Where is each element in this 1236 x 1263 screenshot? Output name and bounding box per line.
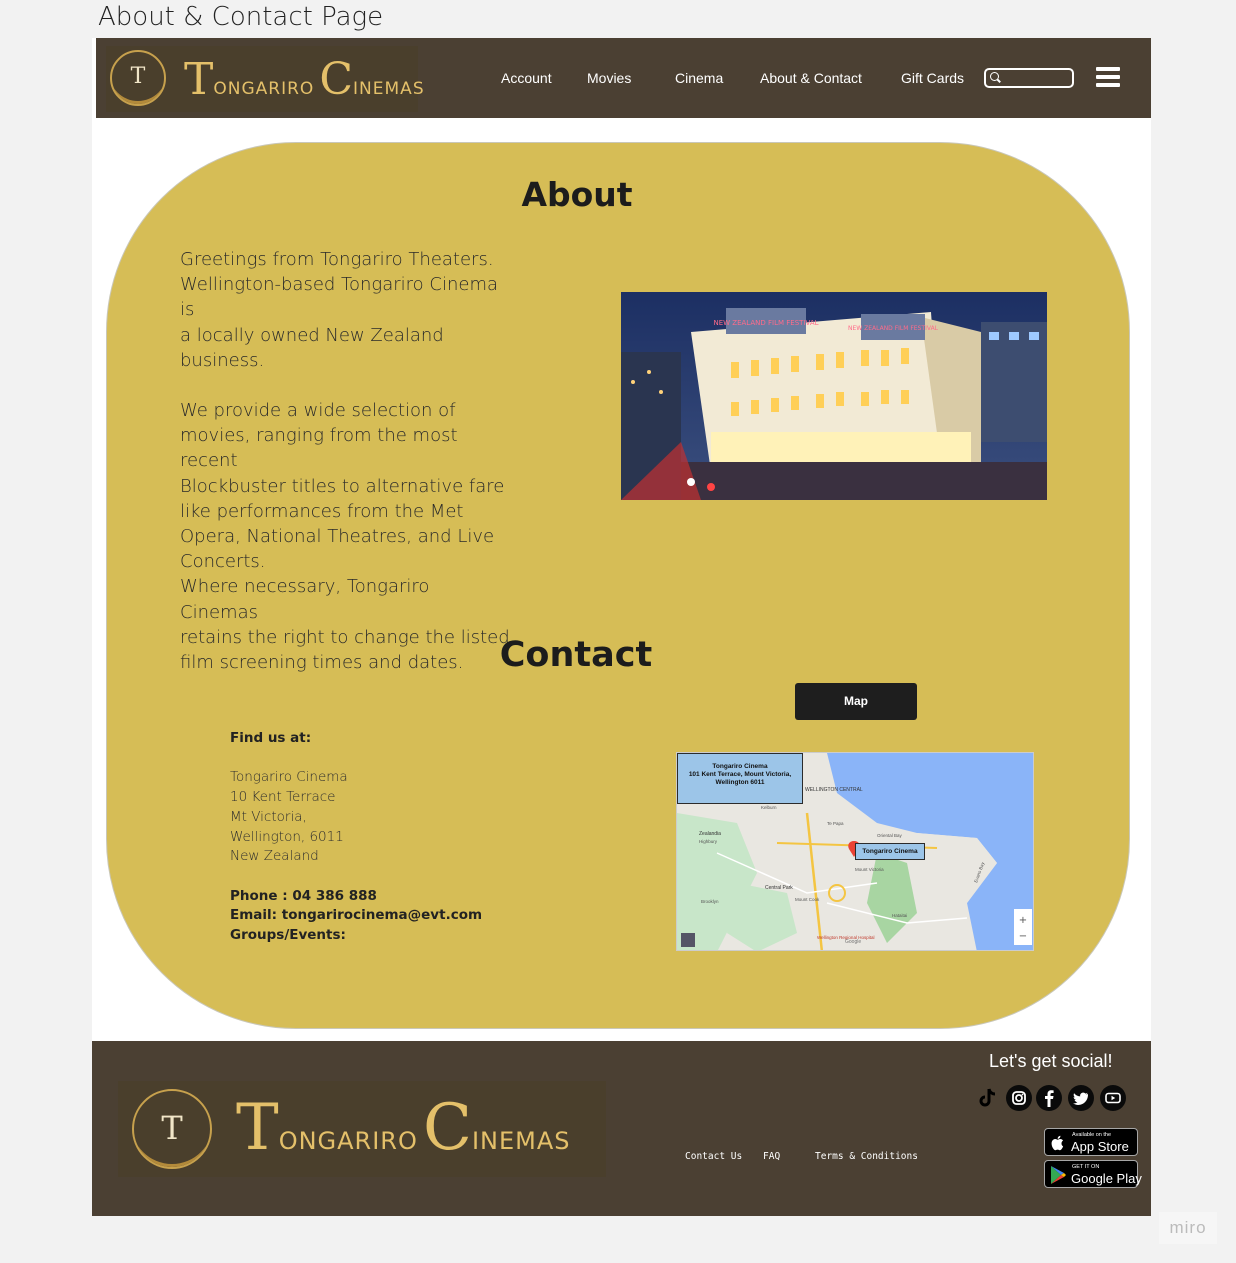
map-button[interactable]: Map (795, 683, 917, 720)
about-line: Where necessary, Tongariro Cinemas (180, 576, 430, 623)
map-place: Brooklyn (701, 899, 719, 904)
footer-link-terms[interactable]: Terms & Conditions (815, 1151, 918, 1162)
apple-icon (1051, 1135, 1064, 1151)
about-line: Opera, National Theatres, and Live (180, 526, 495, 548)
google-play-small: GET IT ON (1072, 1164, 1100, 1170)
address-line: Tongariro Cinema (230, 769, 348, 786)
nav-cinema[interactable]: Cinema (675, 70, 723, 86)
logo-word-1: ONGARIRO (213, 79, 315, 99)
map-pin-label: Tongariro Cinema (855, 843, 925, 860)
map-label-line: Tongariro Cinema (712, 763, 768, 770)
email-text: Email: tongarirocinema@evt.com (230, 907, 483, 924)
map-place: Highbury (699, 839, 718, 844)
location-map[interactable]: + − WELLINGTON CENTRAL Zealandia Central… (676, 752, 1034, 951)
map-label-line: 101 Kent Terrace, Mount Victoria, (688, 771, 792, 778)
site-header: T TONGARIRO CINEMAS Account Movies Cinem… (96, 38, 1151, 118)
svg-text:−: − (1019, 931, 1027, 942)
map-place: WELLINGTON CENTRAL (805, 787, 863, 793)
about-line: business. (180, 349, 265, 371)
photo-sign-1: NEW ZEALAND FILM FESTIVAL (713, 319, 818, 327)
header-logo[interactable]: T TONGARIRO CINEMAS (106, 46, 424, 112)
social-title: Let's get social! (989, 1051, 1113, 1071)
logo-initial-2: C (319, 54, 354, 105)
search-input[interactable] (1002, 70, 1070, 86)
logo-initial-1: T (184, 54, 214, 105)
phone-text: Phone : 04 386 888 (230, 887, 377, 904)
contact-info: Find us at: Tongariro Cinema 10 Kent Ter… (230, 729, 590, 946)
address-line: Wellington, 6011 (230, 828, 344, 845)
site-footer: T TONGARIRO CINEMAS Contact Us FAQ Terms… (92, 1041, 1151, 1216)
tiktok-icon[interactable] (975, 1085, 1001, 1111)
map-place: Kelburn (761, 805, 777, 810)
footer-logo[interactable]: T TONGARIRO CINEMAS (118, 1081, 606, 1177)
about-line: Greetings from Tongariro Theaters. (180, 249, 494, 270)
nav-gift-cards[interactable]: Gift Cards (901, 70, 964, 86)
page-frame: T TONGARIRO CINEMAS Account Movies Cinem… (92, 38, 1151, 1216)
find-us-label: Find us at: (230, 730, 312, 746)
board-title: About & Contact Page (98, 2, 384, 32)
about-line: a locally owned New Zealand (180, 324, 444, 346)
svg-text:+: + (1019, 915, 1027, 926)
logo-emblem: T (132, 1089, 212, 1169)
app-store-big: App Store (1071, 1139, 1129, 1154)
logo-wordmark: TONGARIRO CINEMAS (236, 1096, 571, 1160)
contact-heading: Contact (499, 635, 653, 675)
twitter-icon[interactable] (1068, 1085, 1094, 1111)
map-place: Oriental Bay (877, 833, 903, 838)
map-place: Hataitai (892, 913, 907, 918)
about-contact-panel: About Greetings from Tongariro Theaters.… (106, 142, 1130, 1029)
about-text: Greetings from Tongariro Theaters. Welli… (180, 247, 510, 675)
logo-emblem: T (110, 50, 166, 106)
instagram-icon[interactable] (1006, 1085, 1032, 1111)
map-place: Central Park (765, 885, 793, 891)
about-heading: About (521, 175, 633, 214)
logo-word-2: INEMAS (471, 1127, 571, 1155)
about-line: We provide a wide selection of (180, 400, 456, 422)
logo-word-1: ONGARIRO (278, 1127, 418, 1155)
about-line: movies, ranging from the most recent (180, 425, 458, 472)
search-box[interactable] (984, 68, 1074, 88)
logo-emblem-letter: T (130, 64, 146, 89)
address-line: 10 Kent Terrace (230, 789, 336, 806)
map-label-line: Wellington 6011 (715, 779, 765, 786)
map-place: Google (845, 939, 861, 945)
about-line: like performances from the Met (180, 500, 464, 522)
app-store-badge[interactable]: Available on the App Store (1044, 1128, 1138, 1156)
search-icon (990, 72, 999, 81)
youtube-icon[interactable] (1100, 1085, 1126, 1111)
about-line: Concerts. (180, 551, 266, 573)
map-address-label: Tongariro Cinema 101 Kent Terrace, Mount… (677, 753, 803, 804)
nav-account[interactable]: Account (501, 70, 552, 86)
logo-emblem-letter: T (161, 1109, 183, 1147)
map-place: Mount Cook (795, 897, 820, 902)
logo-initial-2: C (422, 1091, 472, 1165)
logo-word-2: INEMAS (353, 79, 425, 99)
address-line: New Zealand (230, 848, 319, 865)
logo-initial-1: T (236, 1091, 279, 1165)
miro-watermark: miro (1159, 1212, 1217, 1244)
map-place: Mount Victoria (855, 867, 884, 872)
nav-about-contact[interactable]: About & Contact (760, 70, 862, 86)
google-play-icon (1051, 1166, 1066, 1184)
nav-movies[interactable]: Movies (587, 70, 631, 86)
google-play-big: Google Play (1071, 1171, 1142, 1186)
map-place: Zealandia (699, 831, 721, 837)
hamburger-icon[interactable] (1096, 67, 1120, 89)
logo-wordmark: TONGARIRO CINEMAS (184, 58, 425, 102)
photo-sign-2: NEW ZEALAND FILM FESTIVAL (848, 325, 939, 332)
map-place: Te Papa (827, 821, 844, 826)
footer-link-faq[interactable]: FAQ (763, 1151, 780, 1162)
about-line: Wellington-based Tongariro Cinema is (180, 274, 499, 321)
facebook-icon[interactable] (1036, 1085, 1062, 1111)
cinema-photo: NEW ZEALAND FILM FESTIVAL NEW ZEALAND FI… (621, 292, 1047, 500)
app-store-small: Available on the (1072, 1132, 1112, 1138)
address-line: Mt Victoria, (230, 808, 307, 825)
groups-events-text: Groups/Events: (230, 927, 346, 943)
footer-link-contact-us[interactable]: Contact Us (685, 1151, 742, 1162)
google-play-badge[interactable]: GET IT ON Google Play (1044, 1160, 1142, 1188)
about-line: Blockbuster titles to alternative fare (180, 475, 505, 497)
